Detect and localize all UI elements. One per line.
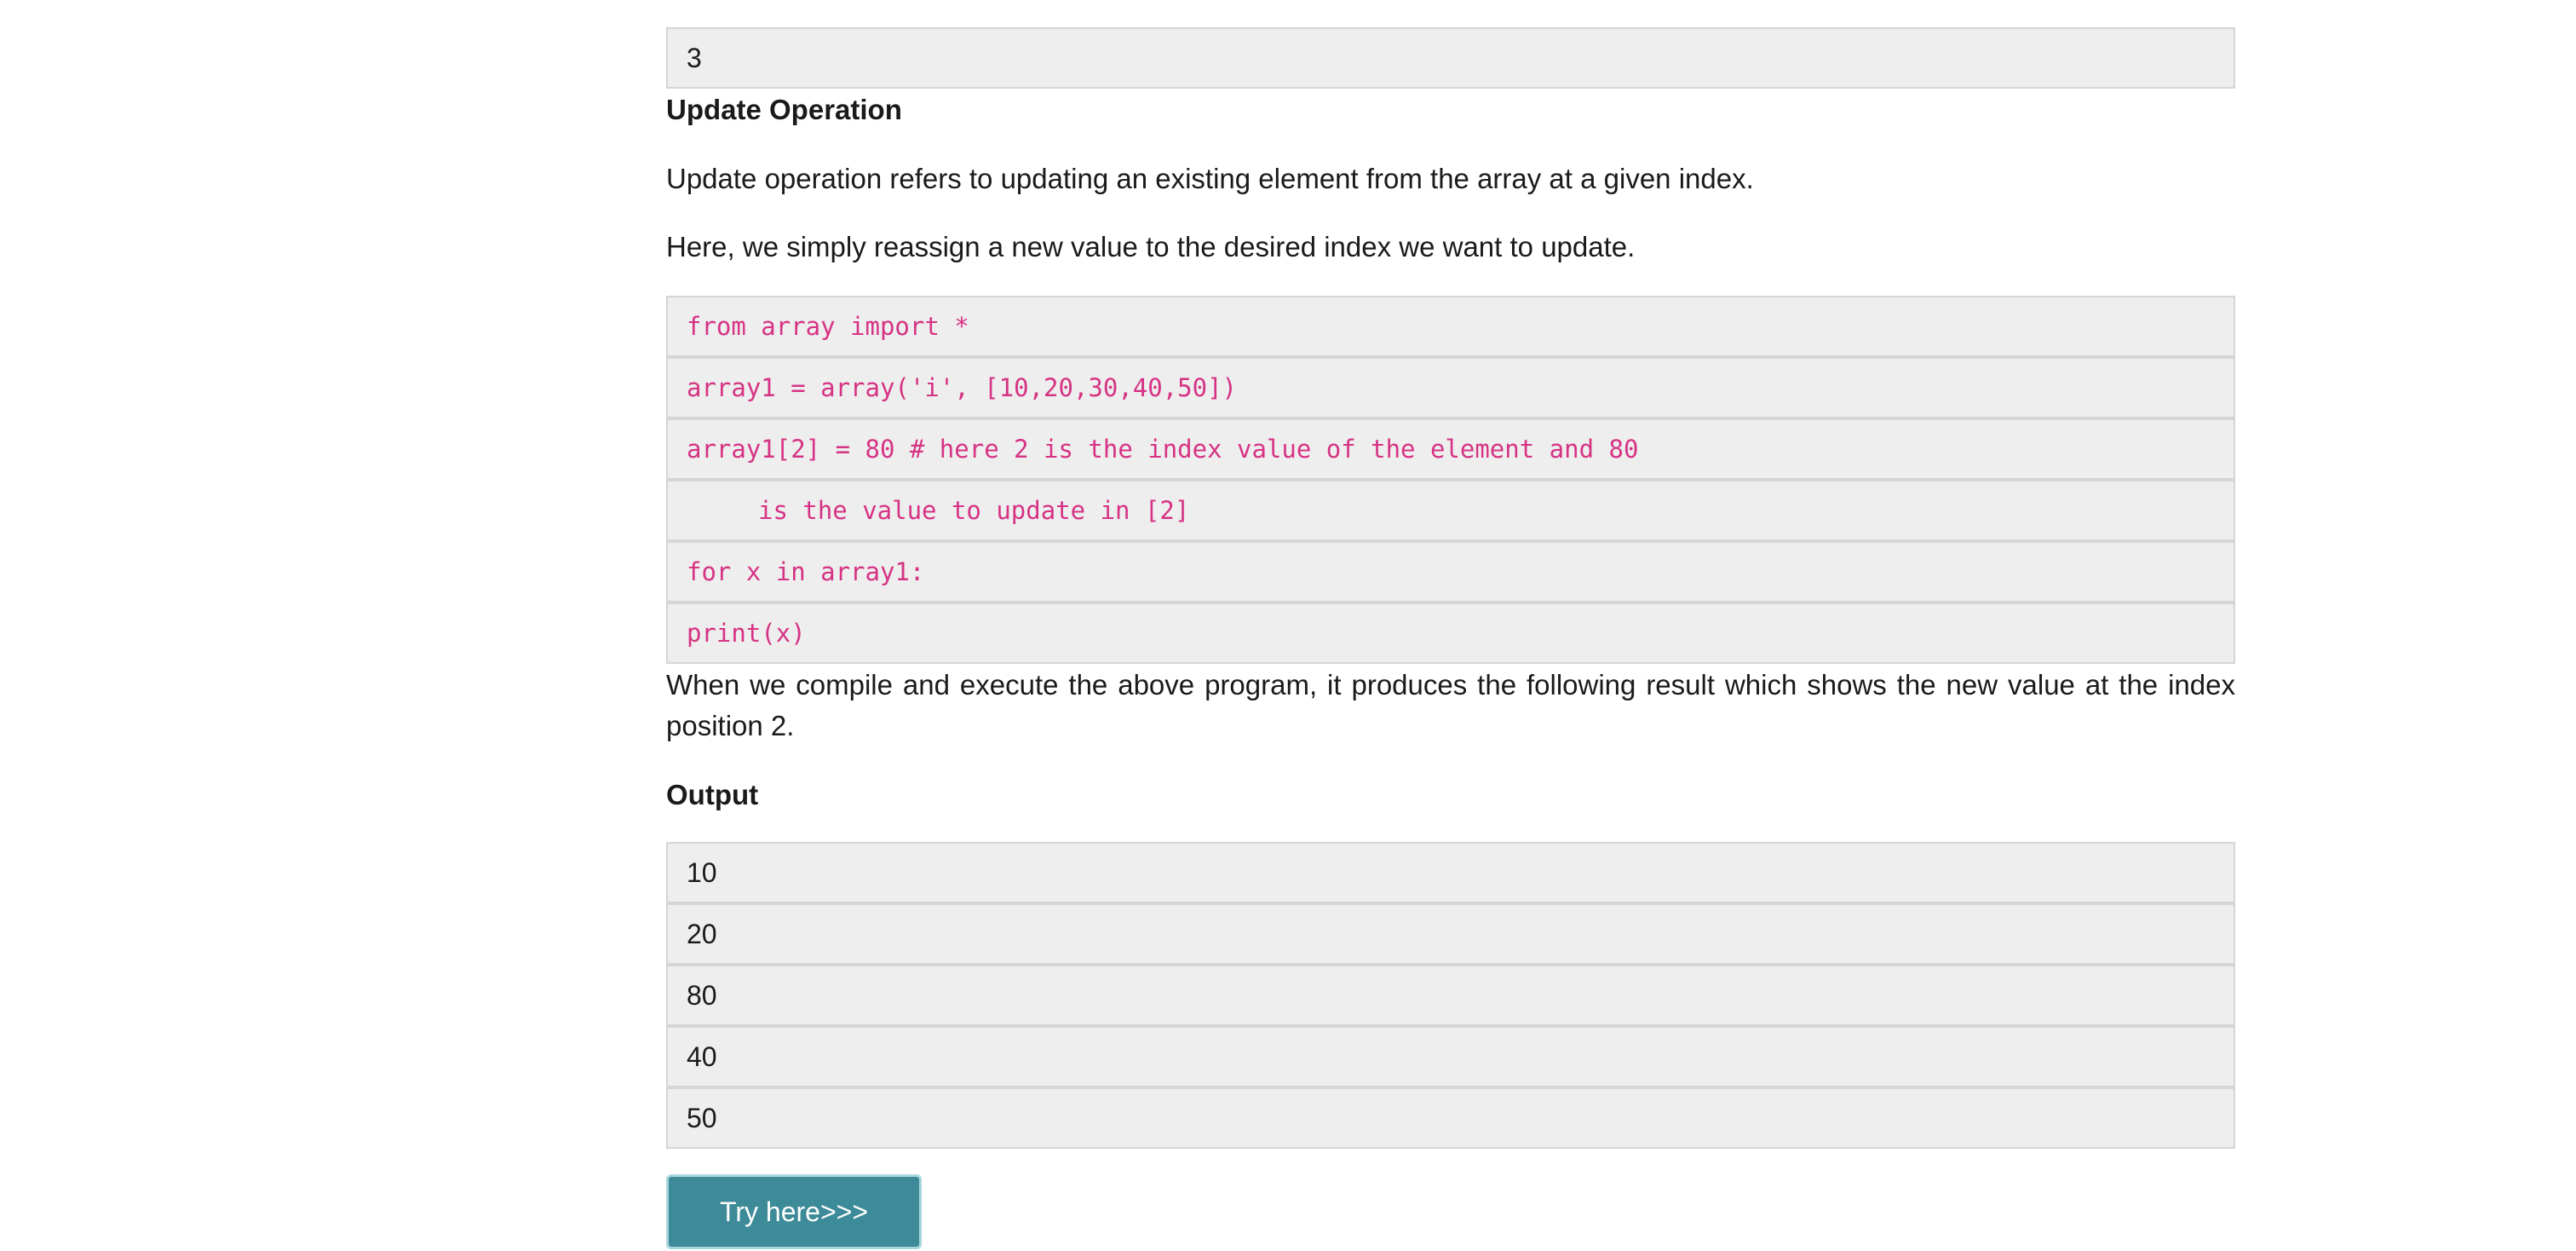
code-line: array1 = array('i', [10,20,30,40,50]) [666,357,2235,418]
output-value: 80 [687,979,717,1011]
output-value: 40 [687,1041,717,1072]
output-row: 40 [666,1026,2235,1087]
section-heading-output: Output [666,779,759,810]
code-line: for x in array1: [666,541,2235,602]
code-line-text: from array import * [687,312,969,341]
output-row: 20 [666,903,2235,965]
output-row: 10 [666,842,2235,903]
output-value: 10 [687,856,717,888]
output-value: 20 [687,918,717,949]
code-line-text: array1 = array('i', [10,20,30,40,50]) [687,373,1238,402]
output-value: 50 [687,1102,717,1133]
code-line-text: for x in array1: [687,557,925,586]
code-line: is the value to update in [2] [666,480,2235,541]
update-explanation-paragraph: Here, we simply reassign a new value to … [666,231,1636,262]
code-line-text: print(x) [687,619,806,648]
previous-output-row: 3 [666,27,2235,89]
page: 3 Update Operation Update operation refe… [0,0,2576,1251]
section-heading-update-operation: Update Operation [666,94,902,125]
output-row: 50 [666,1087,2235,1149]
result-description-paragraph: When we compile and execute the above pr… [666,669,2235,741]
try-here-button[interactable]: Try here>>> [666,1174,922,1249]
code-line: print(x) [666,602,2235,664]
code-line-text: is the value to update in [2] [758,496,1190,525]
code-line-text: array1[2] = 80 # here 2 is the index val… [687,435,1639,464]
previous-output-value: 3 [687,42,702,73]
code-line: from array import * [666,296,2235,357]
code-line: array1[2] = 80 # here 2 is the index val… [666,418,2235,480]
update-description-paragraph: Update operation refers to updating an e… [666,163,1754,194]
output-row: 80 [666,965,2235,1026]
